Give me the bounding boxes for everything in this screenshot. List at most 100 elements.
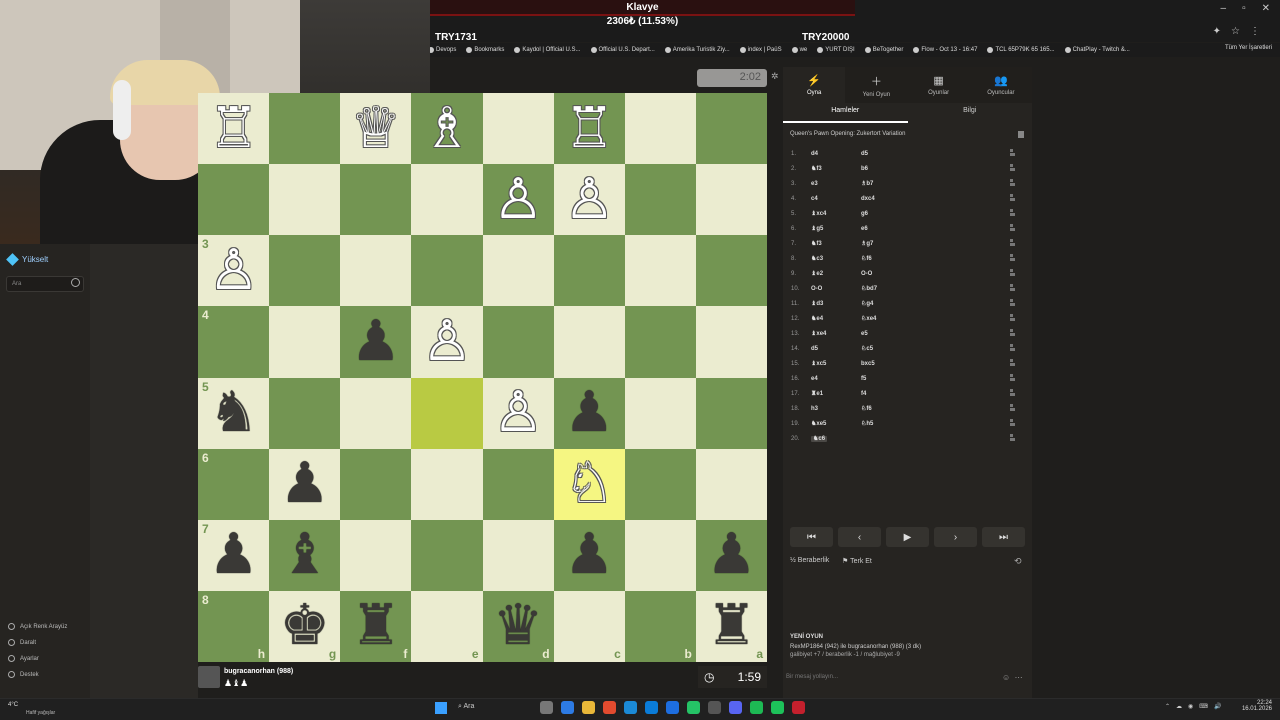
windows-start-icon[interactable]: [435, 702, 447, 714]
sidebar-item-settings[interactable]: Ayarlar: [8, 655, 39, 662]
board-square[interactable]: [624, 448, 696, 520]
sidebar-item-support[interactable]: Destek: [8, 671, 39, 678]
board-square[interactable]: [340, 448, 412, 520]
black-pawn-icon[interactable]: ♟: [564, 385, 614, 441]
black-pawn-icon[interactable]: ♟: [564, 527, 614, 583]
player-name[interactable]: bugracanorhan (988): [224, 668, 293, 675]
white-knight-icon[interactable]: ♘: [564, 456, 614, 512]
white-move[interactable]: d5: [811, 346, 818, 352]
tab-moves[interactable]: Hamleler: [783, 103, 908, 123]
black-move[interactable]: ♘c5: [861, 345, 981, 352]
white-move[interactable]: ♝xc4: [811, 211, 826, 217]
board-square[interactable]: [411, 377, 483, 449]
white-rook-icon[interactable]: ♖: [564, 100, 614, 157]
board-square[interactable]: [624, 93, 696, 165]
white-pawn-icon[interactable]: ♙: [564, 171, 614, 228]
black-move[interactable]: ♗g7: [861, 240, 981, 247]
white-move[interactable]: ♝d3: [811, 301, 823, 307]
tab-games[interactable]: ▦ Oyunlar: [908, 67, 970, 103]
white-move[interactable]: ♝g5: [811, 226, 823, 232]
board-square[interactable]: ♛ d: [482, 590, 554, 662]
maximize-button[interactable]: ▫: [1242, 3, 1246, 14]
board-square[interactable]: [695, 306, 767, 378]
white-move[interactable]: ♜e1: [811, 391, 823, 397]
board-square[interactable]: [624, 235, 696, 307]
next-move-button[interactable]: ›: [934, 527, 977, 547]
board-square[interactable]: ♖: [553, 93, 625, 165]
white-move[interactable]: c4: [811, 196, 818, 202]
black-move[interactable]: d5: [861, 151, 981, 157]
black-pawn-icon[interactable]: ♟: [280, 456, 330, 512]
board-square[interactable]: 4: [198, 306, 270, 378]
board-square[interactable]: 6: [198, 448, 270, 520]
white-move[interactable]: ♞c6: [811, 436, 828, 442]
black-queen-icon[interactable]: ♛: [493, 598, 543, 654]
board-square[interactable]: ♙ 3: [198, 235, 270, 307]
board-square[interactable]: ♙: [482, 377, 554, 449]
menu-icon[interactable]: ⋮: [1250, 26, 1260, 37]
board-square[interactable]: [269, 306, 341, 378]
board-square[interactable]: [482, 306, 554, 378]
white-move[interactable]: ♞f3: [811, 166, 822, 172]
black-move[interactable]: ♘f6: [861, 255, 981, 262]
board-square[interactable]: ♟: [269, 448, 341, 520]
discord-icon[interactable]: [729, 701, 742, 714]
white-move[interactable]: O-O: [811, 286, 822, 292]
board-square[interactable]: [482, 448, 554, 520]
board-square[interactable]: ♖: [198, 93, 270, 165]
board-square[interactable]: ♙: [411, 306, 483, 378]
avatar[interactable]: [198, 666, 220, 688]
sidebar-item-collapse[interactable]: Daralt: [8, 639, 36, 646]
black-move[interactable]: f4: [861, 391, 981, 397]
vpn-icon[interactable]: [792, 701, 805, 714]
board-square[interactable]: ♟: [553, 519, 625, 591]
board-square[interactable]: [411, 448, 483, 520]
black-move[interactable]: ♘f6: [861, 405, 981, 412]
bookmark-item[interactable]: Flow - Oct 13 - 16:47: [913, 43, 977, 57]
weather-temp[interactable]: 4°C: [8, 702, 18, 708]
board-square[interactable]: [411, 235, 483, 307]
upgrade-link[interactable]: Yükselt: [6, 253, 48, 266]
board-square[interactable]: [624, 377, 696, 449]
board-square[interactable]: ♙: [482, 164, 554, 236]
black-king-icon[interactable]: ♚: [280, 598, 330, 654]
board-square[interactable]: [482, 93, 554, 165]
bookmark-item[interactable]: index | PaüS: [739, 43, 782, 57]
black-move[interactable]: ♘h5: [861, 420, 981, 427]
white-move[interactable]: ♝xe4: [811, 331, 826, 337]
white-pawn-icon[interactable]: ♙: [422, 313, 472, 370]
black-move[interactable]: f5: [861, 376, 981, 382]
board-square[interactable]: [269, 164, 341, 236]
white-pawn-icon[interactable]: ♙: [493, 385, 543, 441]
white-pawn-icon[interactable]: ♙: [493, 171, 543, 228]
white-move[interactable]: e3: [811, 181, 818, 187]
system-clock[interactable]: 22:24 16.01.2026: [1212, 700, 1272, 712]
all-bookmarks[interactable]: Tüm Yer İşaretleri: [1225, 45, 1272, 51]
black-move[interactable]: ♘g4: [861, 300, 981, 307]
board-square[interactable]: ♜ a: [695, 590, 767, 662]
black-move[interactable]: O-O: [861, 271, 981, 277]
chat-options[interactable]: ☺ ⋯: [1002, 673, 1023, 682]
white-bishop-icon[interactable]: ♗: [422, 100, 472, 157]
board-square[interactable]: ♙: [553, 164, 625, 236]
board-square[interactable]: c: [553, 590, 625, 662]
obs-icon[interactable]: [708, 701, 721, 714]
tab-info[interactable]: Bilgi: [908, 103, 1033, 123]
board-square[interactable]: [411, 164, 483, 236]
white-move[interactable]: ♞c3: [811, 256, 823, 262]
resign-button[interactable]: ⚑ Terk Et: [842, 557, 872, 565]
board-square[interactable]: [695, 448, 767, 520]
tab-play[interactable]: ⚡ Oyna: [783, 67, 846, 103]
whatsapp-icon[interactable]: [687, 701, 700, 714]
black-move[interactable]: ♘bd7: [861, 285, 981, 292]
white-move[interactable]: ♝xc5: [811, 361, 826, 367]
browser-icon[interactable]: [561, 701, 574, 714]
board-square[interactable]: e: [411, 590, 483, 662]
board-square[interactable]: ♜ f: [340, 590, 412, 662]
board-square[interactable]: [269, 377, 341, 449]
white-move[interactable]: h3: [811, 406, 818, 412]
white-move[interactable]: ♞e4: [811, 316, 823, 322]
more-icon[interactable]: ⋯: [1015, 673, 1023, 682]
emoji-icon[interactable]: ☺: [1002, 673, 1010, 682]
store-icon[interactable]: [645, 701, 658, 714]
